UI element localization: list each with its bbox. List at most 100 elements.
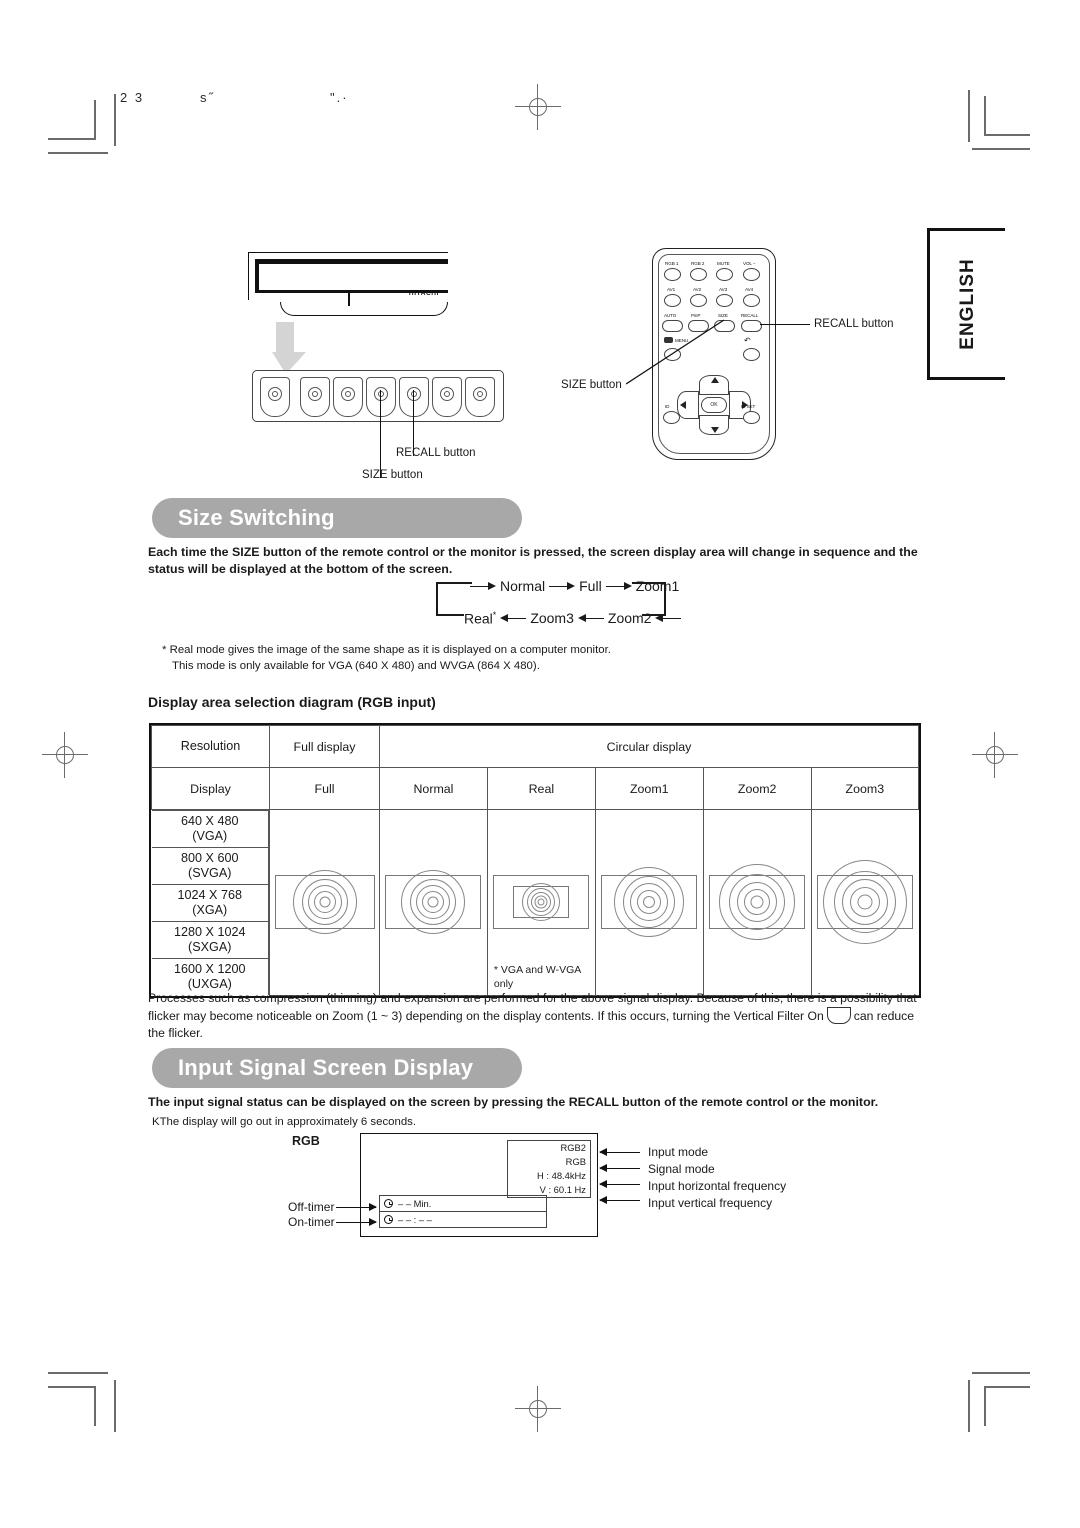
monitor-button-1[interactable] bbox=[260, 377, 290, 417]
flow-arrow-icon bbox=[470, 582, 496, 591]
osd-signal-mode: RGB bbox=[565, 1156, 586, 1167]
callout-input-mode: Input mode bbox=[648, 1145, 709, 1159]
processes-note: Processes such as compression (thinning)… bbox=[148, 990, 926, 1042]
remote-label-rgb1: RGB 1 bbox=[665, 261, 679, 266]
table-row: 800 X 600 (SVGA) bbox=[151, 847, 269, 885]
crop-mark-top-left bbox=[48, 94, 116, 154]
processes-note-text-1: Processes such as compression (thinning)… bbox=[148, 991, 917, 1023]
circle-pattern-real bbox=[493, 875, 590, 930]
table-body-row: 640 X 480 (VGA) 800 X 600 (SVGA) 1024 X 76… bbox=[151, 809, 919, 996]
dpad-down-icon bbox=[711, 427, 719, 433]
resolution-name: (VGA) bbox=[192, 829, 228, 843]
header-scrap-1: s˝ bbox=[200, 90, 215, 105]
remote-button-av1[interactable] bbox=[664, 294, 681, 307]
input-signal-intro: The input signal status can be displayed… bbox=[148, 1095, 879, 1109]
remote-button-return[interactable] bbox=[743, 348, 760, 361]
remote-button-rgb2[interactable] bbox=[690, 268, 707, 281]
callout-arrow-on-timer bbox=[336, 1216, 377, 1229]
osd-off-timer-value: – – Min. bbox=[398, 1198, 432, 1209]
callout-signal-mode: Signal mode bbox=[648, 1162, 715, 1176]
resolution-name: (XGA) bbox=[192, 903, 228, 917]
table-header-zoom1: Zoom1 bbox=[594, 767, 704, 810]
remote-label-av1: AV1 bbox=[667, 287, 676, 292]
table-header-circular-display: Circular display bbox=[379, 725, 919, 768]
osd-on-timer-row: – – : – – bbox=[380, 1211, 546, 1227]
table-row: 1024 X 768 (XGA) bbox=[151, 884, 269, 922]
remote-label-vol: VOL − bbox=[743, 261, 756, 266]
input-signal-banner: Input Signal Screen Display bbox=[152, 1048, 522, 1088]
callout-arrow-v-freq bbox=[599, 1194, 640, 1207]
dpad-left-icon bbox=[680, 401, 686, 409]
remote-label-av2: AV2 bbox=[693, 287, 702, 292]
monitor-brand-logo: HITACHI bbox=[408, 290, 439, 297]
remote-label-av4: AV4 bbox=[745, 287, 754, 292]
callout-arrow-input-mode bbox=[599, 1146, 640, 1159]
resolution-name: (SVGA) bbox=[188, 866, 232, 880]
off-timer-clock-icon bbox=[384, 1199, 393, 1208]
monitor-recall-label: RECALL button bbox=[396, 447, 476, 459]
table-row: 1280 X 1024 (SXGA) bbox=[151, 921, 269, 959]
remote-button-recall[interactable] bbox=[741, 320, 762, 332]
flow-arrow-icon bbox=[605, 582, 632, 591]
osd-on-timer-value: – – : – – bbox=[398, 1214, 432, 1225]
remote-button-av4[interactable] bbox=[743, 294, 760, 307]
table-row: 640 X 480 (VGA) bbox=[151, 810, 269, 848]
cell-normal bbox=[379, 809, 488, 996]
circle-pattern-zoom2 bbox=[709, 864, 806, 941]
callout-h-frequency: Input horizontal frequency bbox=[648, 1179, 787, 1193]
resolution-value: 1600 X 1200 bbox=[174, 962, 246, 976]
flow-arrow-icon bbox=[577, 614, 604, 623]
registration-mark-bottom bbox=[515, 1386, 561, 1432]
flow-node-normal: Normal bbox=[500, 578, 546, 594]
osd-input-mode: RGB2 bbox=[560, 1142, 586, 1153]
monitor-button-2[interactable] bbox=[300, 377, 330, 417]
resolution-name: (UXGA) bbox=[187, 977, 232, 991]
page-number: 2 3 bbox=[120, 90, 145, 105]
osd-off-timer-row: – – Min. bbox=[380, 1196, 546, 1211]
remote-button-av3[interactable] bbox=[716, 294, 733, 307]
dpad-ok-label: OK bbox=[710, 402, 718, 408]
cell-real: * VGA and W-VGA only bbox=[486, 809, 596, 996]
registration-mark-top bbox=[515, 84, 561, 130]
remote-button-av2[interactable] bbox=[690, 294, 707, 307]
flow-arrow-icon bbox=[549, 582, 576, 591]
size-switching-flow-diagram: Normal Full Zoom1 Real* Zoom3 Zoom2 bbox=[436, 578, 682, 634]
table-header-full-display: Full display bbox=[269, 725, 380, 768]
crop-mark-bottom-left bbox=[48, 1372, 116, 1432]
circle-pattern-normal bbox=[385, 870, 482, 935]
table-header-zoom2: Zoom2 bbox=[702, 767, 812, 810]
monitor-button-panel bbox=[252, 370, 504, 422]
dpad-ok-button[interactable]: OK bbox=[701, 397, 727, 413]
vertical-filter-icon bbox=[826, 1007, 851, 1024]
crop-mark-bottom-right bbox=[968, 1372, 1030, 1432]
remote-button-id[interactable] bbox=[663, 411, 680, 424]
leader-line-remote-size bbox=[626, 319, 725, 385]
monitor-button-6[interactable] bbox=[432, 377, 462, 417]
size-switching-footnote-2: This mode is only available for VGA (640… bbox=[172, 660, 540, 672]
remote-button-vol[interactable] bbox=[743, 268, 760, 281]
crop-mark-top-right bbox=[968, 90, 1030, 154]
resolution-value: 1024 X 768 bbox=[177, 888, 242, 902]
circle-pattern-zoom3 bbox=[817, 860, 914, 945]
size-switching-banner: Size Switching bbox=[152, 498, 522, 538]
registration-mark-right bbox=[972, 732, 1018, 778]
remote-label-mute: MUTE bbox=[717, 261, 730, 266]
monitor-illustration: HITACHI bbox=[248, 252, 448, 318]
flow-node-zoom2: Zoom2 bbox=[607, 610, 652, 627]
language-tab: ENGLISH bbox=[927, 228, 1005, 380]
remote-button-rgb1[interactable] bbox=[664, 268, 681, 281]
monitor-button-3[interactable] bbox=[333, 377, 363, 417]
flow-node-zoom3: Zoom3 bbox=[530, 610, 574, 627]
remote-label-av3: AV3 bbox=[719, 287, 728, 292]
remote-label-rgb2: RGB 2 bbox=[691, 261, 705, 266]
callout-off-timer: Off-timer bbox=[288, 1200, 335, 1214]
monitor-button-7[interactable] bbox=[465, 377, 495, 417]
cell-zoom3 bbox=[810, 809, 919, 996]
flow-node-real: Real* bbox=[464, 610, 497, 627]
osd-signal-block: RGB2 RGB H : 48.4kHz V : 60.1 Hz bbox=[507, 1140, 591, 1198]
remote-button-idset[interactable] bbox=[743, 411, 760, 424]
flow-arrow-icon bbox=[500, 614, 527, 623]
diagram-title: Display area selection diagram (RGB inpu… bbox=[148, 694, 436, 710]
flow-node-zoom1: Zoom1 bbox=[635, 578, 680, 594]
remote-button-mute[interactable] bbox=[716, 268, 733, 281]
